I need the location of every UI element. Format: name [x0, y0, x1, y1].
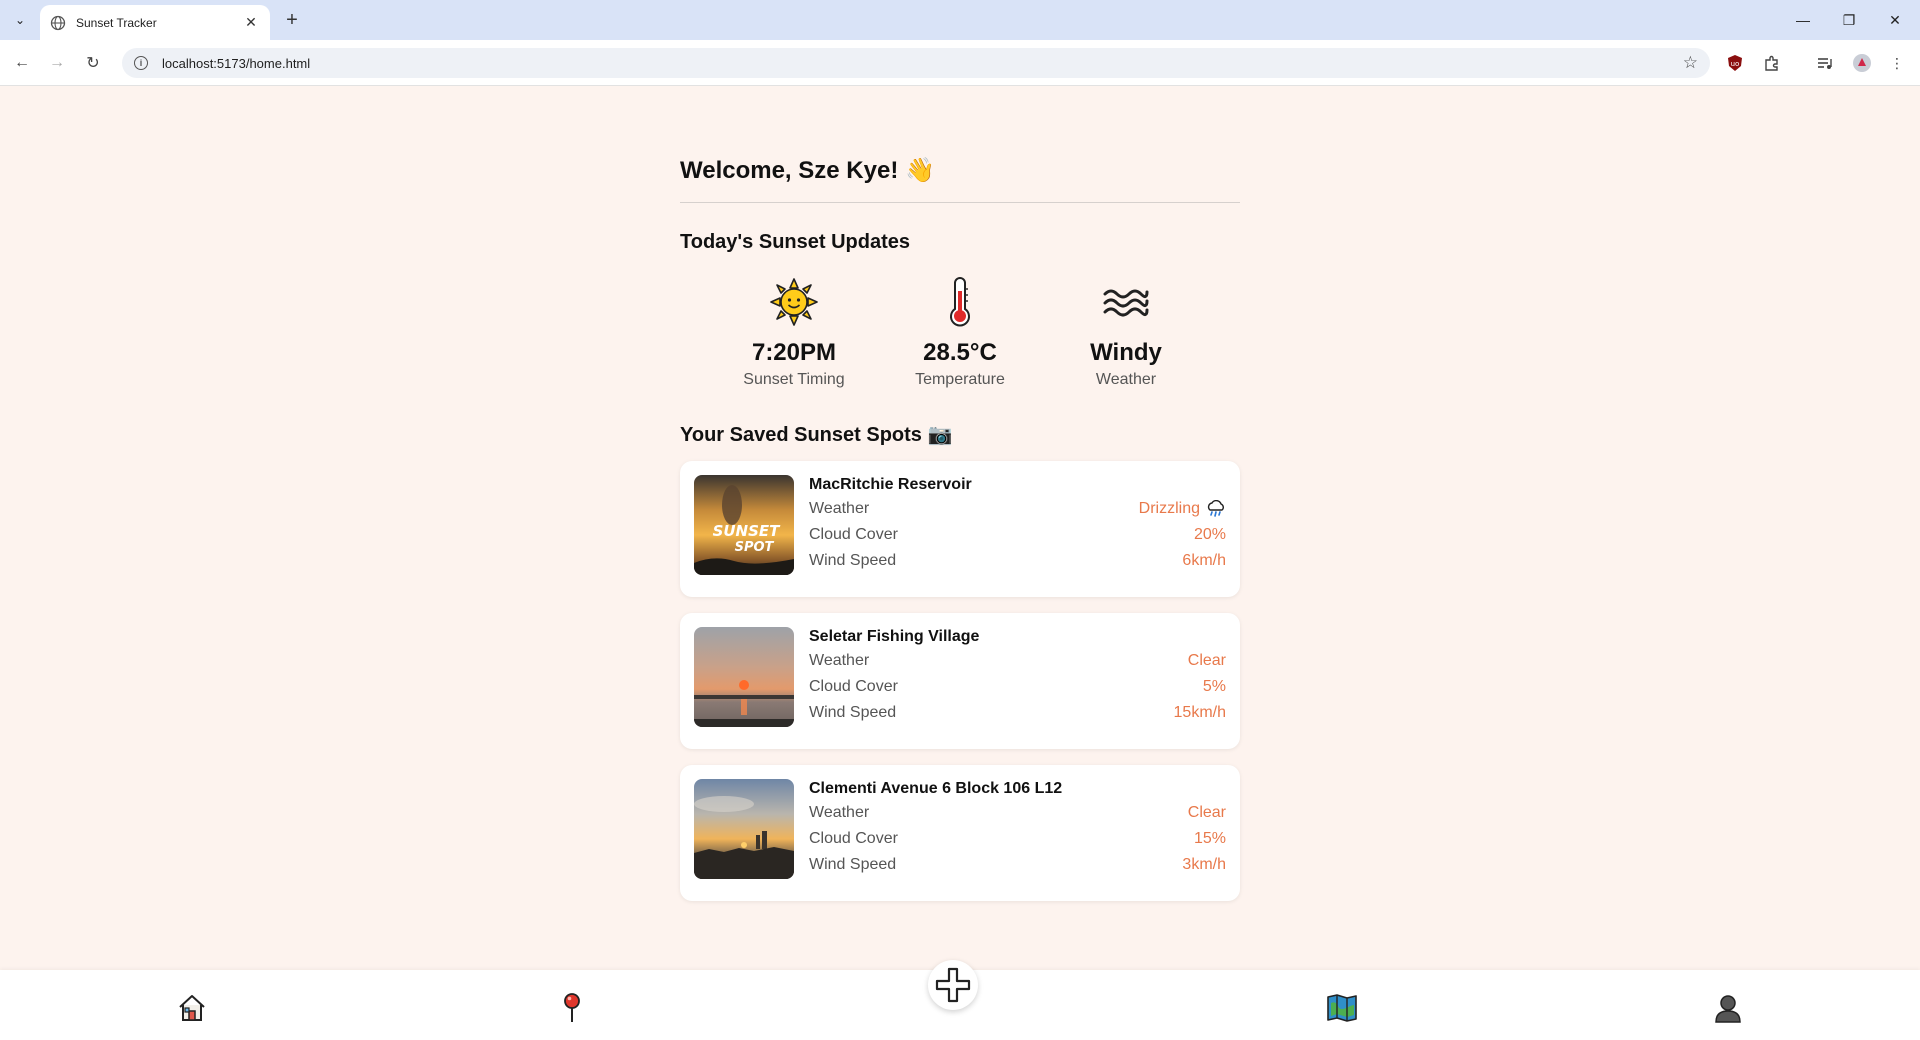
minimize-icon[interactable]: — — [1780, 6, 1826, 34]
cloud-cover-value: 15% — [1193, 830, 1226, 847]
weather-key: Weather — [809, 500, 870, 517]
weather-label: Weather — [1095, 371, 1157, 388]
profile-avatar-icon[interactable] — [1851, 52, 1873, 74]
thumb-text-spot: SPOT — [735, 540, 775, 555]
tab-search-chevron-icon[interactable]: ⌄ — [8, 8, 32, 32]
cloud-cover-key: Cloud Cover — [809, 678, 898, 695]
wind-speed-value: 6km/h — [1182, 552, 1226, 569]
address-bar[interactable]: i localhost:5173/home.html ☆ — [122, 48, 1710, 78]
url-text: localhost:5173/home.html — [162, 55, 311, 71]
spot-thumbnail — [694, 779, 794, 879]
weather-row: Weather Drizzling — [809, 496, 1226, 522]
sunset-updates: 7:20PM Sunset Timing 28.5°C Temperature — [680, 275, 1240, 389]
weather-value: Windy — [1090, 339, 1162, 366]
wind-speed-row: Wind Speed 15km/h — [809, 700, 1226, 726]
spot-card[interactable]: SUNSET SPOT MacRitchie Reservoir Weather… — [680, 461, 1240, 597]
cloud-cover-row: Cloud Cover 15% — [809, 826, 1226, 852]
saved-spots-title: Your Saved Sunset Spots 📷 — [680, 423, 953, 446]
thumb-text-sunset: SUNSET — [713, 522, 782, 540]
weather-row: Weather Clear — [809, 800, 1226, 826]
restore-icon[interactable]: ❐ — [1826, 6, 1872, 34]
temperature-value: 28.5°C — [923, 339, 997, 366]
extensions-puzzle-icon[interactable] — [1761, 52, 1783, 74]
tab-title: Sunset Tracker — [76, 15, 157, 30]
welcome-heading: Welcome, Sze Kye! 👋 — [680, 156, 935, 184]
wind-speed-value: 15km/h — [1173, 704, 1226, 721]
weather-text: Drizzling — [1138, 500, 1200, 517]
wind-speed-value: 3km/h — [1182, 856, 1226, 873]
reload-icon[interactable]: ↻ — [81, 51, 105, 75]
home-icon[interactable] — [176, 992, 208, 1024]
svg-text:uo: uo — [1731, 60, 1740, 68]
add-button[interactable] — [928, 960, 978, 1010]
spot-thumbnail — [694, 627, 794, 727]
spot-name: Clementi Avenue 6 Block 106 L12 — [809, 780, 1063, 797]
browser-toolbar: ← → ↻ i localhost:5173/home.html ☆ uo ⋮ — [0, 40, 1920, 86]
cloud-cover-key: Cloud Cover — [809, 526, 898, 543]
map-book-icon[interactable] — [1326, 992, 1358, 1024]
weather-key: Weather — [809, 804, 870, 821]
cloud-cover-value: 5% — [1202, 678, 1226, 695]
cloud-cover-value: 20% — [1193, 526, 1226, 543]
spot-card[interactable]: Seletar Fishing Village Weather Clear Cl… — [680, 613, 1240, 749]
wind-speed-row: Wind Speed 3km/h — [809, 852, 1226, 878]
update-weather: Windy Weather — [1046, 275, 1206, 389]
forward-icon[interactable]: → — [45, 51, 69, 75]
browser-tab-bar: ⌄ Sunset Tracker ✕ + — ❐ ✕ — [0, 0, 1920, 40]
spot-name: MacRitchie Reservoir — [809, 476, 972, 493]
sunset-timing-value: 7:20PM — [751, 339, 837, 366]
sunset-timing-label: Sunset Timing — [743, 371, 845, 388]
site-info-icon[interactable]: i — [134, 56, 148, 70]
spot-details: Clementi Avenue 6 Block 106 L12 Weather … — [809, 779, 1226, 887]
pin-icon[interactable] — [556, 992, 588, 1024]
globe-icon — [50, 15, 66, 30]
new-tab-icon[interactable]: + — [280, 8, 304, 32]
update-sunset-timing: 7:20PM Sunset Timing — [714, 275, 874, 389]
update-temperature: 28.5°C Temperature — [880, 275, 1040, 389]
updates-title: Today's Sunset Updates — [680, 230, 910, 253]
close-window-icon[interactable]: ✕ — [1872, 6, 1918, 34]
ublock-extension-icon[interactable]: uo — [1724, 52, 1746, 74]
wind-speed-key: Wind Speed — [809, 704, 897, 721]
spot-name: Seletar Fishing Village — [809, 628, 980, 645]
wind-speed-row: Wind Speed 6km/h — [809, 548, 1226, 574]
sun-icon — [770, 275, 818, 329]
browser-menu-icon[interactable]: ⋮ — [1886, 52, 1908, 74]
weather-value: Clear — [1187, 652, 1226, 669]
home-content: Welcome, Sze Kye! 👋 Today's Sunset Updat… — [680, 150, 1240, 901]
spot-card[interactable]: Clementi Avenue 6 Block 106 L12 Weather … — [680, 765, 1240, 901]
back-icon[interactable]: ← — [10, 51, 34, 75]
wind-waves-icon — [1102, 275, 1150, 329]
cloud-cover-row: Cloud Cover 5% — [809, 674, 1226, 700]
thermometer-icon — [945, 275, 975, 329]
bookmark-star-icon[interactable]: ☆ — [1683, 53, 1698, 73]
divider — [680, 202, 1240, 203]
spot-details: Seletar Fishing Village Weather Clear Cl… — [809, 627, 1226, 735]
weather-value: Drizzling — [1139, 500, 1226, 518]
wind-speed-key: Wind Speed — [809, 856, 897, 873]
weather-key: Weather — [809, 652, 870, 669]
add-icon — [935, 967, 971, 1003]
profile-icon[interactable] — [1712, 992, 1744, 1024]
cloud-cover-key: Cloud Cover — [809, 830, 898, 847]
cloud-cover-row: Cloud Cover 20% — [809, 522, 1226, 548]
tab-close-icon[interactable]: ✕ — [242, 14, 260, 31]
media-control-icon[interactable] — [1814, 52, 1836, 74]
rain-cloud-icon — [1207, 500, 1224, 517]
temperature-label: Temperature — [915, 371, 1005, 388]
spot-thumbnail: SUNSET SPOT — [694, 475, 794, 575]
spot-details: MacRitchie Reservoir Weather Drizzling C… — [809, 475, 1226, 583]
weather-row: Weather Clear — [809, 648, 1226, 674]
weather-value: Clear — [1187, 804, 1226, 821]
browser-tab[interactable]: Sunset Tracker ✕ — [40, 5, 270, 40]
wind-speed-key: Wind Speed — [809, 552, 897, 569]
